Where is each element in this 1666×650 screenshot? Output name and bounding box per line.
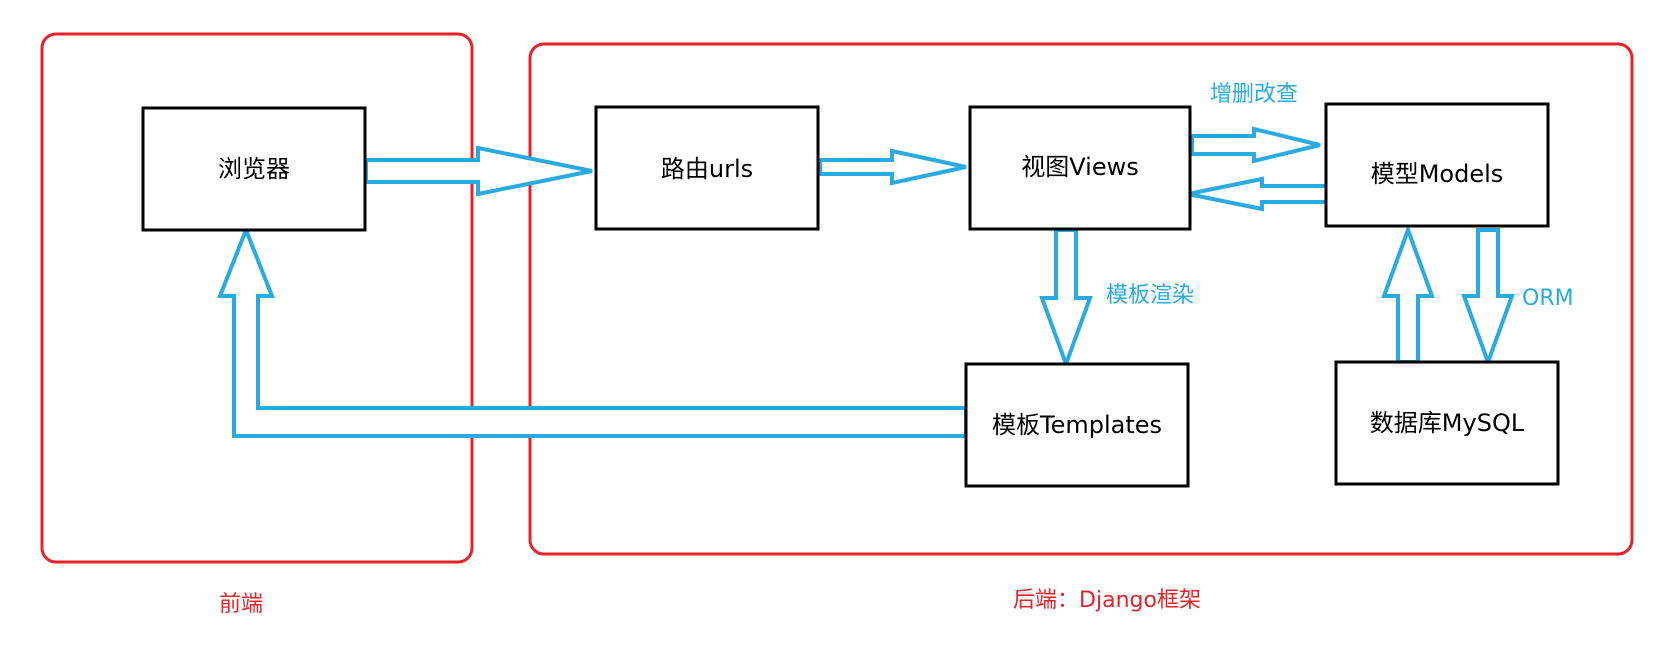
edge-render-label: 模板渲染 bbox=[1106, 283, 1194, 308]
node-templates-label: 模板Templates bbox=[992, 411, 1162, 439]
node-urls: 路由urls bbox=[594, 105, 820, 231]
edge-crud-label: 增删改查 bbox=[1210, 82, 1298, 107]
node-urls-label: 路由urls bbox=[661, 155, 753, 183]
edge-orm-label: ORM bbox=[1522, 286, 1574, 311]
node-views-label: 视图Views bbox=[1021, 153, 1138, 181]
node-views: 视图Views bbox=[968, 105, 1192, 231]
node-models-label: 模型Models bbox=[1371, 160, 1504, 188]
node-models: 模型Models bbox=[1324, 102, 1550, 228]
node-browser-label: 浏览器 bbox=[218, 155, 290, 183]
backend-group-label: 后端：Django框架 bbox=[1013, 588, 1201, 613]
arrow-browser-to-urls bbox=[364, 145, 593, 197]
node-mysql-label: 数据库MySQL bbox=[1370, 409, 1525, 437]
node-mysql: 数据库MySQL bbox=[1334, 360, 1560, 486]
frontend-group-label: 前端 bbox=[219, 592, 263, 617]
arrow-views-to-templates bbox=[1039, 228, 1093, 370]
arrow-mysql-to-models bbox=[1381, 224, 1435, 364]
arrow-views-to-models bbox=[1190, 126, 1321, 164]
django-architecture-diagram: 浏览器 路由urls 视图Views 模型Models 模板Templates … bbox=[40, 32, 1634, 617]
arrow-models-to-mysql bbox=[1461, 228, 1515, 368]
node-browser: 浏览器 bbox=[141, 106, 367, 232]
arrow-urls-to-views bbox=[818, 148, 967, 186]
node-templates: 模板Templates bbox=[964, 362, 1190, 488]
arrow-templates-to-browser bbox=[217, 224, 968, 438]
arrow-models-to-views bbox=[1187, 176, 1330, 212]
